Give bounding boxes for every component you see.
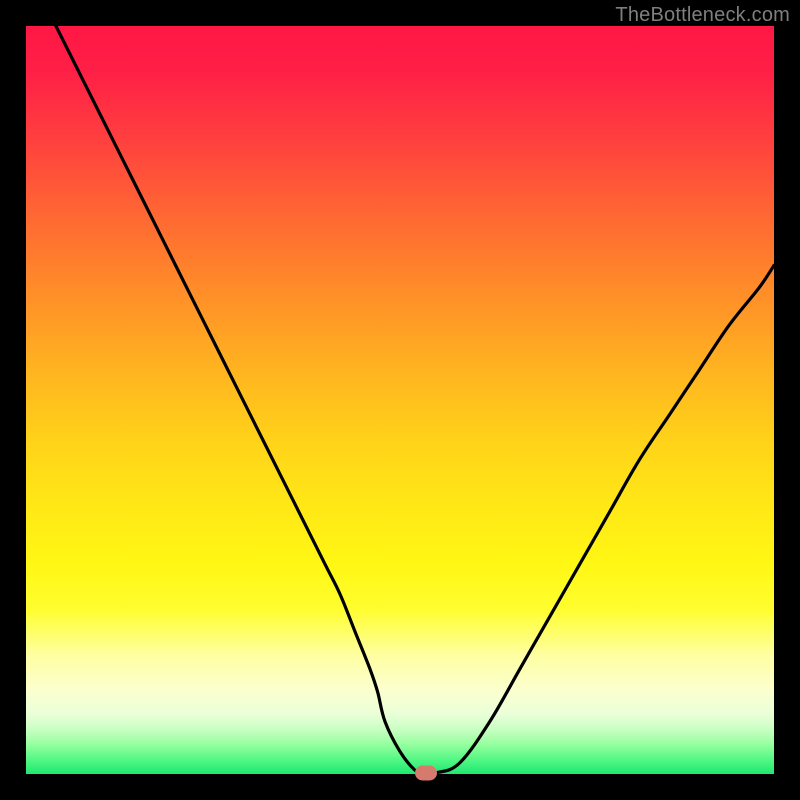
plot-area xyxy=(26,26,774,774)
bottleneck-curve xyxy=(26,26,774,774)
watermark-text: TheBottleneck.com xyxy=(615,4,790,27)
chart-frame: TheBottleneck.com xyxy=(0,0,800,800)
optimal-point-marker xyxy=(415,765,437,780)
